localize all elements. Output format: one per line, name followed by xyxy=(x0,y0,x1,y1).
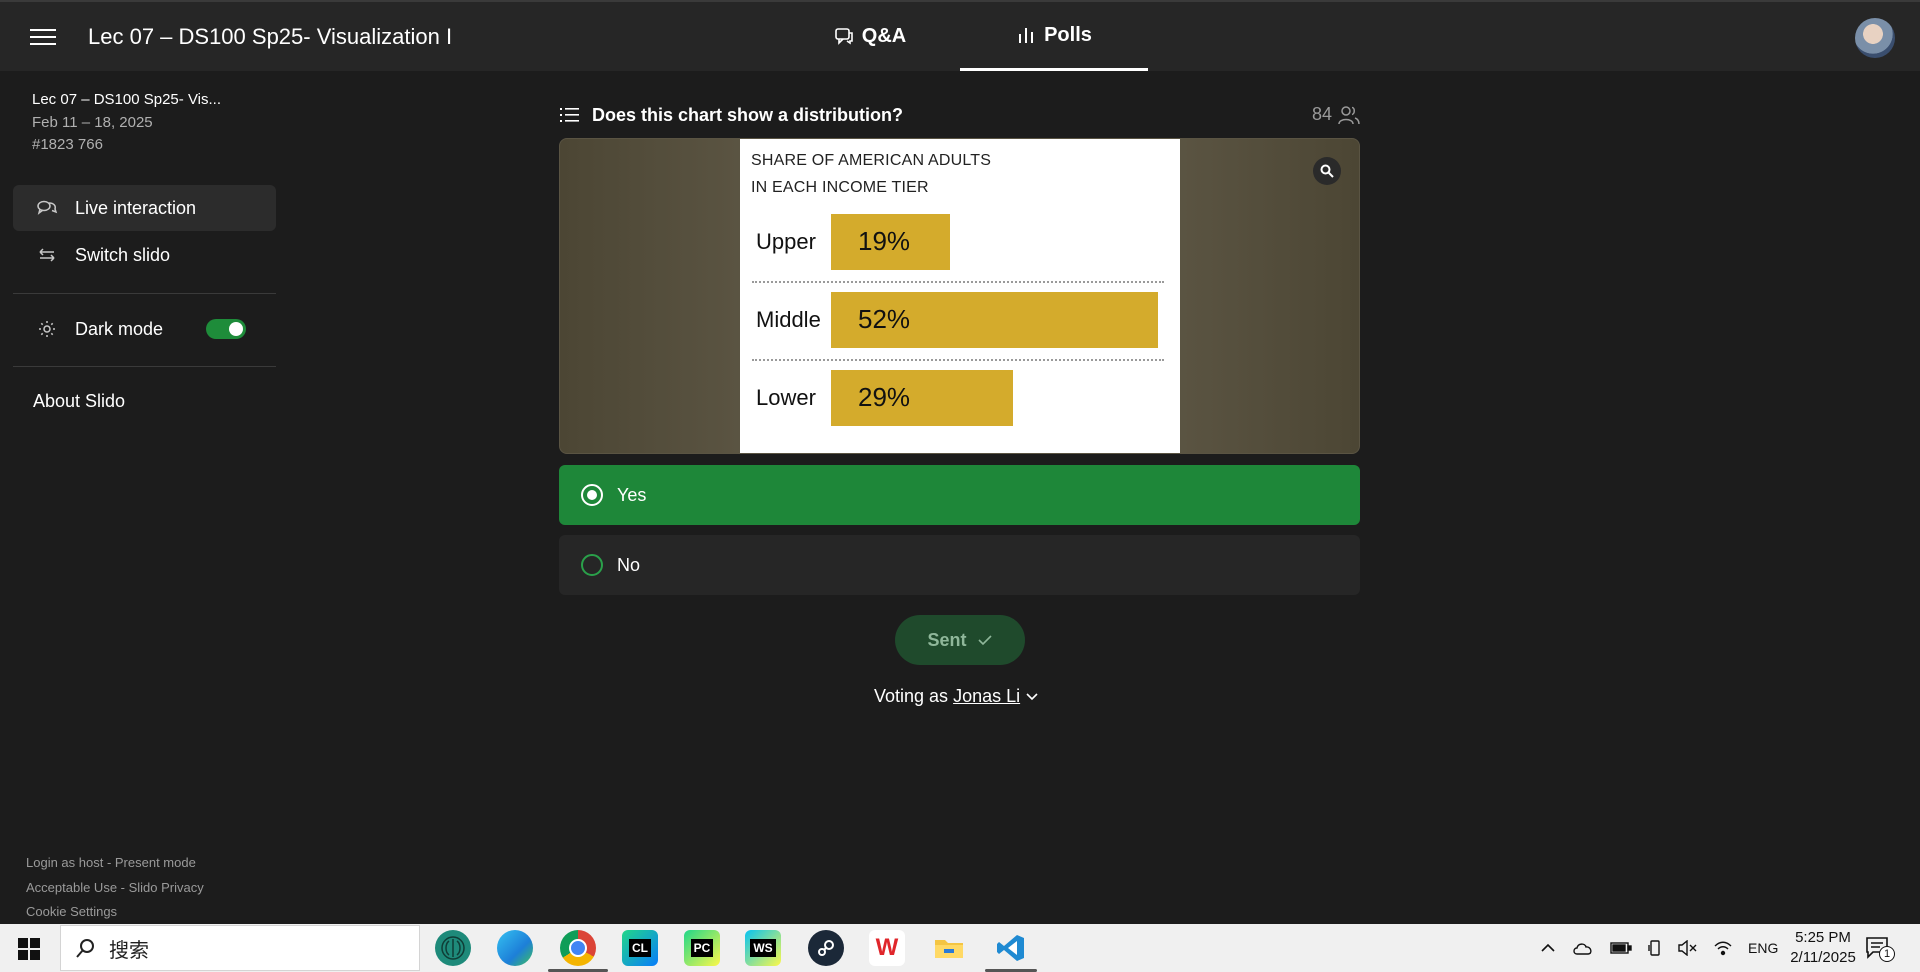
sent-button[interactable]: Sent xyxy=(895,615,1025,665)
webstorm-icon[interactable]: WS xyxy=(745,930,781,966)
chart-value-label: 19% xyxy=(858,226,911,256)
chart-value-label: 29% xyxy=(858,382,911,412)
chrome-browser-icon[interactable] xyxy=(560,930,596,966)
wps-icon[interactable]: W xyxy=(869,930,905,966)
chart-title: SHARE OF AMERICAN ADULTS IN EACH INCOME … xyxy=(751,147,991,201)
system-tray: ENG xyxy=(1540,924,1778,972)
zoom-icon[interactable] xyxy=(1313,157,1341,185)
taskbar: 搜索 CL PC WS W ENG 5:25 PM 2/11/2025 1 xyxy=(0,924,1920,972)
chart-row-separator xyxy=(752,359,1164,361)
vscode-icon[interactable] xyxy=(993,930,1029,966)
chart-category-label: Middle xyxy=(756,307,821,332)
poll-question: Does this chart show a distribution? xyxy=(592,104,904,125)
sidebar-item-label: Live interaction xyxy=(75,197,197,218)
bar-chart-icon xyxy=(1019,28,1034,43)
participant-count: 84 xyxy=(1312,104,1360,125)
hamburger-menu-icon[interactable] xyxy=(28,24,58,50)
tab-polls[interactable]: Polls xyxy=(960,2,1148,71)
sent-button-label: Sent xyxy=(927,629,967,650)
sidebar: Lec 07 – DS100 Sp25- Vis... Feb 11 – 18,… xyxy=(0,71,290,924)
notification-count: 1 xyxy=(1879,946,1895,962)
chart-title-line: SHARE OF AMERICAN ADULTS xyxy=(751,152,992,169)
sidebar-item-switch-slido[interactable]: Switch slido xyxy=(13,232,276,278)
dark-mode-toggle[interactable] xyxy=(206,319,246,339)
speaker-muted-icon[interactable] xyxy=(1678,940,1698,956)
swap-arrows-icon xyxy=(31,247,63,263)
poll-option-yes[interactable]: Yes xyxy=(559,465,1360,525)
radio-unselected-icon[interactable] xyxy=(581,554,603,576)
participant-count-value: 84 xyxy=(1311,104,1332,124)
footer-cookie-settings[interactable]: Cookie Settings xyxy=(26,904,117,919)
edge-browser-icon[interactable] xyxy=(497,930,533,966)
pycharm-label: PC xyxy=(690,939,714,957)
sidebar-divider xyxy=(13,366,276,367)
battery-icon[interactable] xyxy=(1610,942,1632,954)
footer-login-links[interactable]: Login as host - Present mode xyxy=(26,855,196,870)
sidebar-item-label: Switch slido xyxy=(75,244,171,265)
sidebar-item-live-interaction[interactable]: Live interaction xyxy=(13,185,276,231)
chart-category-label: Lower xyxy=(756,385,816,410)
tab-qa-label: Q&A xyxy=(861,25,907,47)
chat-bubbles-icon xyxy=(31,199,63,217)
cloud-icon[interactable] xyxy=(1572,941,1594,955)
file-explorer-icon[interactable] xyxy=(931,930,967,966)
taskbar-search-input[interactable]: 搜索 xyxy=(60,925,420,971)
checkmark-icon xyxy=(977,635,992,646)
taskbar-clock[interactable]: 5:25 PM 2/11/2025 xyxy=(1768,928,1878,968)
chart-category-label: Upper xyxy=(756,229,816,254)
taskbar-search-placeholder: 搜索 xyxy=(109,939,149,962)
sidebar-item-dark-mode: Dark mode xyxy=(13,306,276,352)
radio-selected-icon[interactable] xyxy=(581,484,603,506)
tab-qa[interactable]: Q&A xyxy=(820,2,920,71)
poll-option-label: No xyxy=(617,554,641,575)
chart-row-separator xyxy=(752,281,1164,283)
sidebar-divider xyxy=(13,293,276,294)
footer-policy-links[interactable]: Acceptable Use - Slido Privacy xyxy=(26,880,204,895)
chevron-down-icon[interactable] xyxy=(1025,692,1039,702)
sidebar-event-dates: Feb 11 – 18, 2025 xyxy=(32,114,153,131)
wifi-icon[interactable] xyxy=(1714,940,1732,956)
sidebar-event-code: #1823 766 xyxy=(32,136,103,153)
brain-app-icon[interactable] xyxy=(435,930,471,966)
chart: SHARE OF AMERICAN ADULTS IN EACH INCOME … xyxy=(740,139,1180,453)
wps-label: W xyxy=(875,934,899,961)
clion-label: CL xyxy=(629,939,651,957)
poll-question-row: Does this chart show a distribution? 84 xyxy=(560,100,1360,130)
clion-icon[interactable]: CL xyxy=(622,930,658,966)
chevron-up-icon[interactable] xyxy=(1540,943,1556,953)
people-icon xyxy=(1338,105,1360,124)
voting-as: Voting as Jonas Li xyxy=(874,686,1039,707)
gear-icon xyxy=(31,319,63,339)
top-bar: Lec 07 – DS100 Sp25- Visualization I Q&A… xyxy=(0,0,1920,71)
windows-start-icon[interactable] xyxy=(18,938,40,960)
chart-title-line: IN EACH INCOME TIER xyxy=(751,179,929,196)
steam-icon[interactable] xyxy=(808,930,844,966)
voting-prefix: Voting as xyxy=(874,686,949,706)
sidebar-event-name: Lec 07 – DS100 Sp25- Vis... xyxy=(32,91,222,108)
poll-option-no[interactable]: No xyxy=(559,535,1360,595)
search-icon xyxy=(76,939,94,958)
pycharm-icon[interactable]: PC xyxy=(684,930,720,966)
about-slido-link[interactable]: About Slido xyxy=(33,391,125,412)
chat-bubbles-icon xyxy=(834,27,853,45)
clock-date: 2/11/2025 xyxy=(1790,949,1856,966)
device-icon[interactable] xyxy=(1648,940,1662,956)
event-title: Lec 07 – DS100 Sp25- Visualization I xyxy=(88,24,453,49)
clock-time: 5:25 PM xyxy=(1795,929,1851,946)
poll-option-label: Yes xyxy=(617,484,647,505)
sidebar-item-label: Dark mode xyxy=(75,318,164,339)
notification-icon[interactable]: 1 xyxy=(1865,936,1895,962)
webstorm-label: WS xyxy=(750,939,776,957)
chart-value-label: 52% xyxy=(858,304,911,334)
tab-polls-label: Polls xyxy=(1044,23,1092,46)
list-icon xyxy=(560,108,579,122)
avatar[interactable] xyxy=(1855,18,1895,58)
voter-name-link[interactable]: Jonas Li xyxy=(953,686,1020,706)
